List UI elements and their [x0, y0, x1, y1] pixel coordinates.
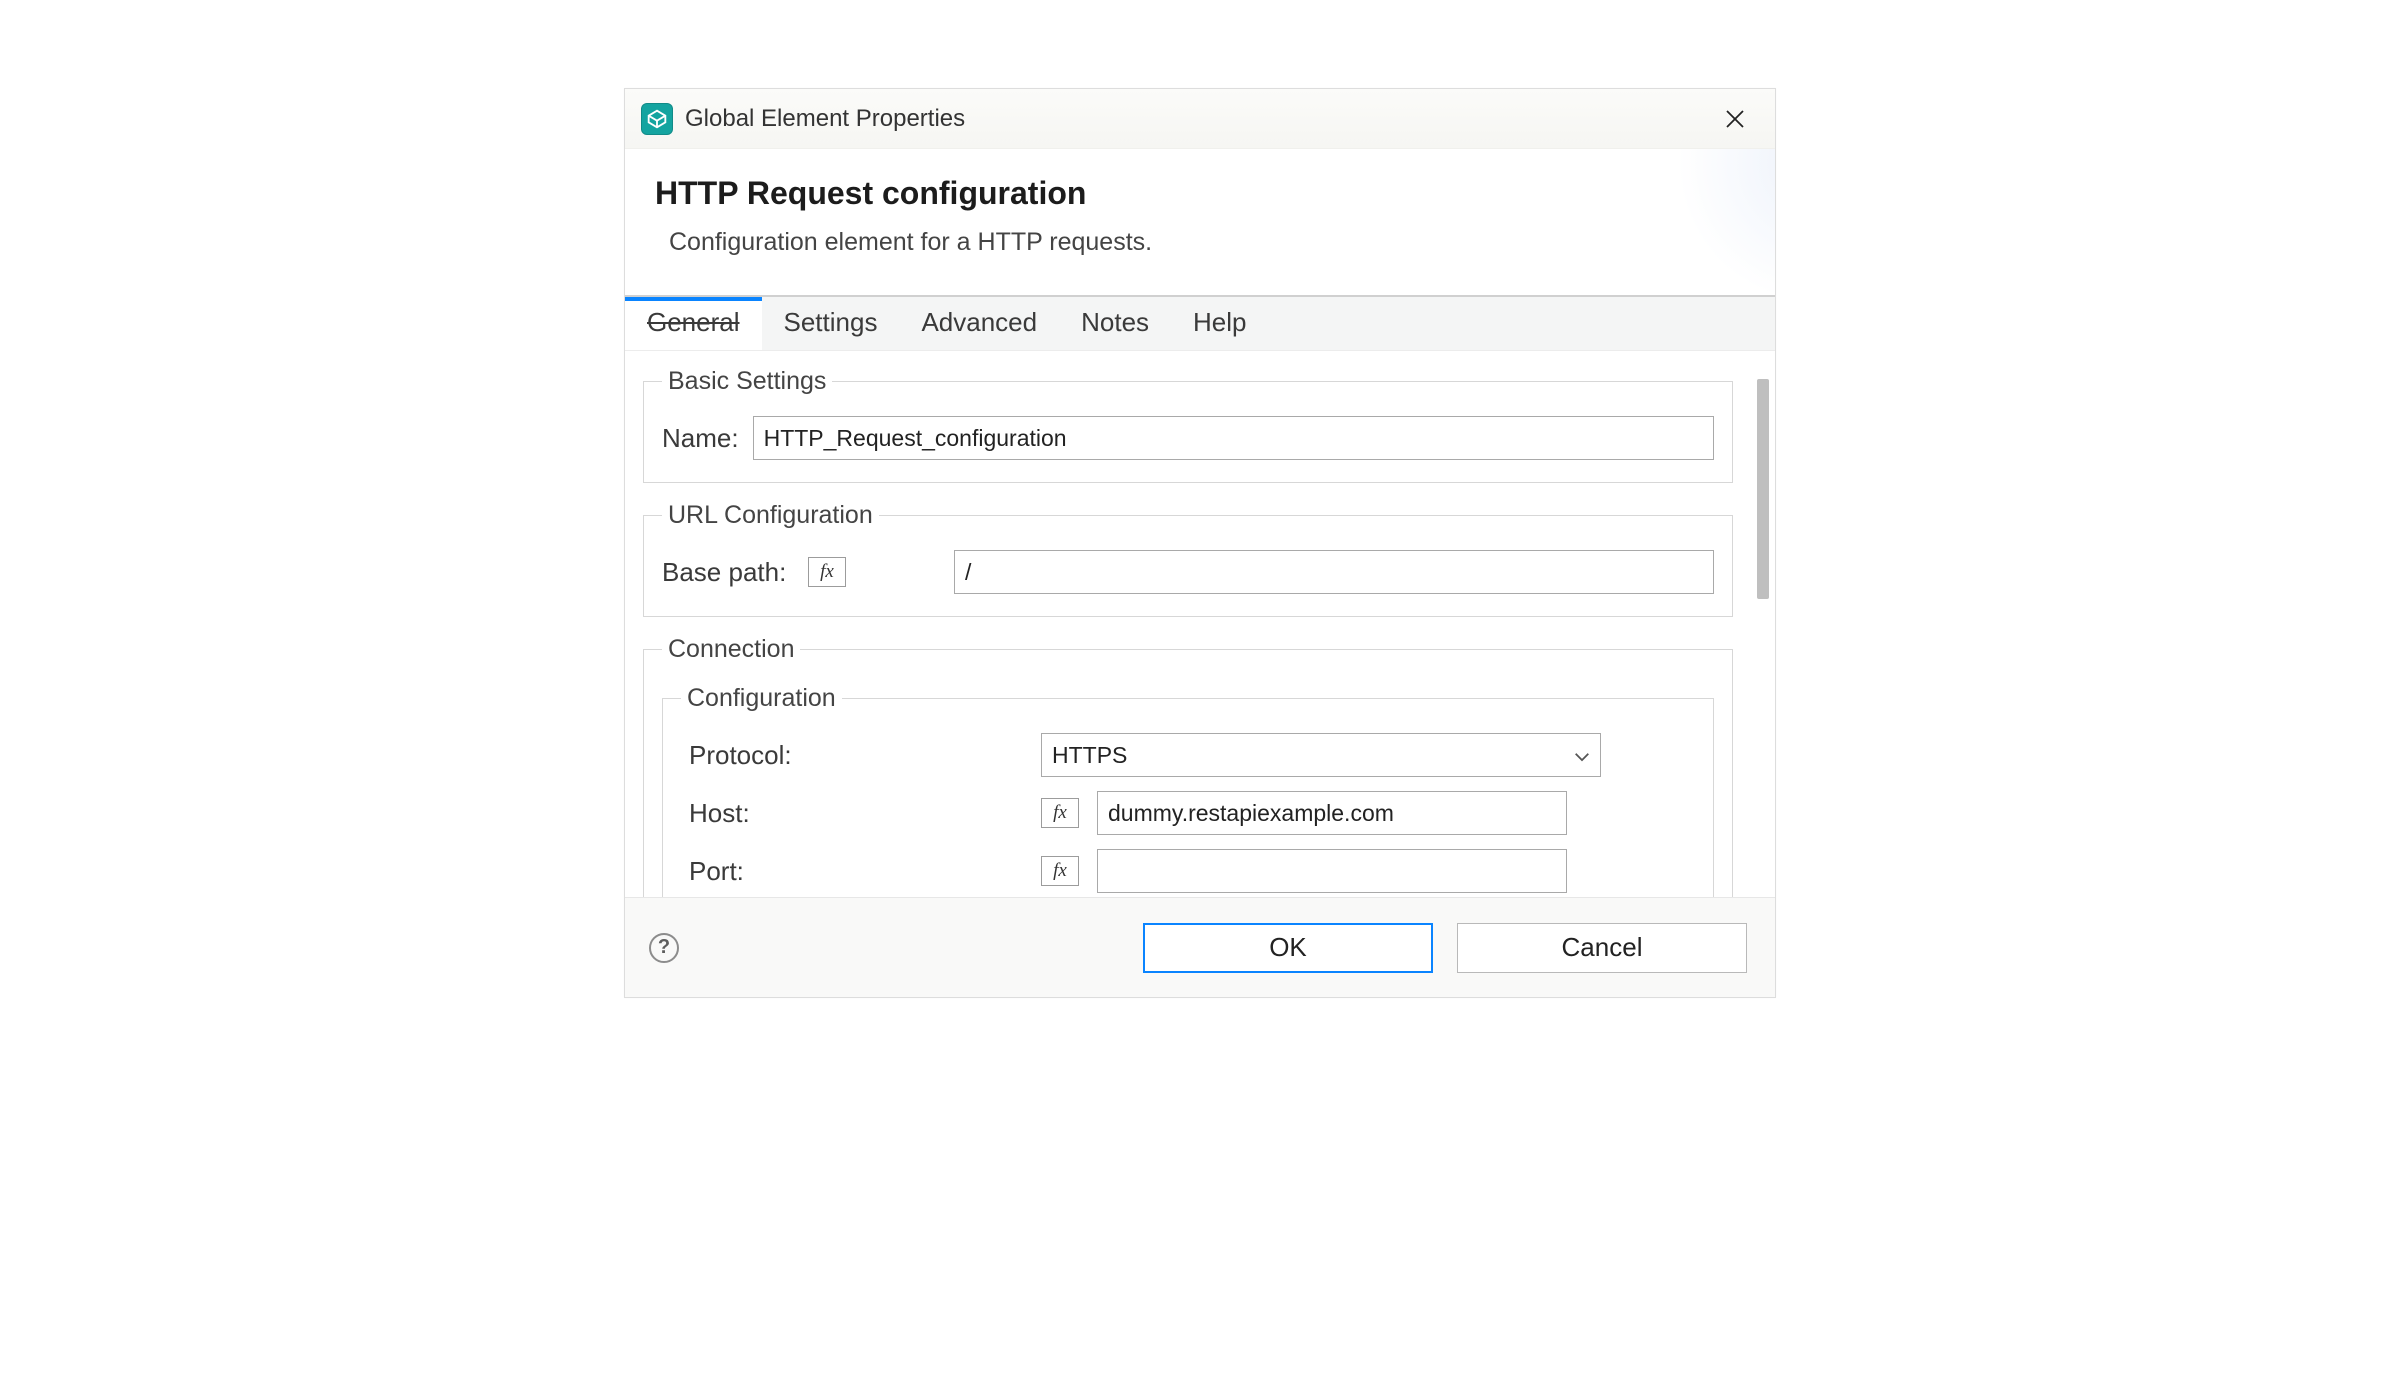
fx-button-port[interactable]: fx: [1041, 856, 1079, 886]
connection-fieldset: Connection Configuration Protocol:: [643, 635, 1733, 897]
app-icon: [641, 103, 673, 135]
global-element-properties-dialog: Global Element Properties HTTP Request c…: [624, 88, 1776, 998]
basepath-input[interactable]: [954, 550, 1714, 594]
tab-advanced[interactable]: Advanced: [899, 297, 1059, 350]
close-button[interactable]: [1705, 97, 1765, 141]
basic-settings-legend: Basic Settings: [662, 367, 832, 396]
protocol-label: Protocol:: [681, 740, 1041, 771]
row-port: Port: fx: [681, 849, 1695, 893]
host-input[interactable]: [1097, 791, 1567, 835]
row-host: Host: fx: [681, 791, 1695, 835]
basepath-label: Base path:: [662, 557, 794, 588]
row-basepath: Base path: fx: [662, 550, 1714, 594]
titlebar: Global Element Properties: [625, 89, 1775, 149]
body-wrap: Basic Settings Name: URL Configuration B…: [625, 351, 1775, 897]
name-label: Name:: [662, 423, 739, 454]
titlebar-title: Global Element Properties: [685, 105, 965, 133]
tabs: General Settings Advanced Notes Help: [625, 297, 1775, 351]
protocol-select-wrap: [1041, 733, 1601, 777]
tab-notes[interactable]: Notes: [1059, 297, 1171, 350]
url-config-fieldset: URL Configuration Base path: fx: [643, 501, 1733, 617]
protocol-select[interactable]: [1041, 733, 1601, 777]
dialog-footer: ? OK Cancel: [625, 897, 1775, 997]
port-label: Port:: [681, 856, 1041, 887]
tab-general[interactable]: General: [625, 297, 762, 350]
tab-settings[interactable]: Settings: [762, 297, 900, 350]
header-panel: HTTP Request configuration Configuration…: [625, 149, 1775, 295]
scrollbar-thumb[interactable]: [1757, 379, 1769, 599]
vertical-scrollbar[interactable]: [1751, 351, 1775, 897]
configuration-legend: Configuration: [681, 684, 842, 713]
fx-button-basepath[interactable]: fx: [808, 557, 846, 587]
url-config-legend: URL Configuration: [662, 501, 879, 530]
cancel-button[interactable]: Cancel: [1457, 923, 1747, 973]
connection-legend: Connection: [662, 635, 800, 664]
host-label: Host:: [681, 798, 1041, 829]
ok-button[interactable]: OK: [1143, 923, 1433, 973]
dialog-body: Basic Settings Name: URL Configuration B…: [625, 351, 1751, 897]
port-input[interactable]: [1097, 849, 1567, 893]
configuration-fieldset: Configuration Protocol: Host: fx: [662, 684, 1714, 897]
tab-help[interactable]: Help: [1171, 297, 1268, 350]
row-protocol: Protocol:: [681, 733, 1695, 777]
dialog-subheading: Configuration element for a HTTP request…: [655, 228, 1745, 257]
basic-settings-fieldset: Basic Settings Name:: [643, 367, 1733, 483]
row-name: Name:: [662, 416, 1714, 460]
name-input[interactable]: [753, 416, 1714, 460]
close-icon: [1725, 109, 1745, 129]
help-icon[interactable]: ?: [649, 933, 679, 963]
dialog-heading: HTTP Request configuration: [655, 175, 1745, 212]
fx-button-host[interactable]: fx: [1041, 798, 1079, 828]
